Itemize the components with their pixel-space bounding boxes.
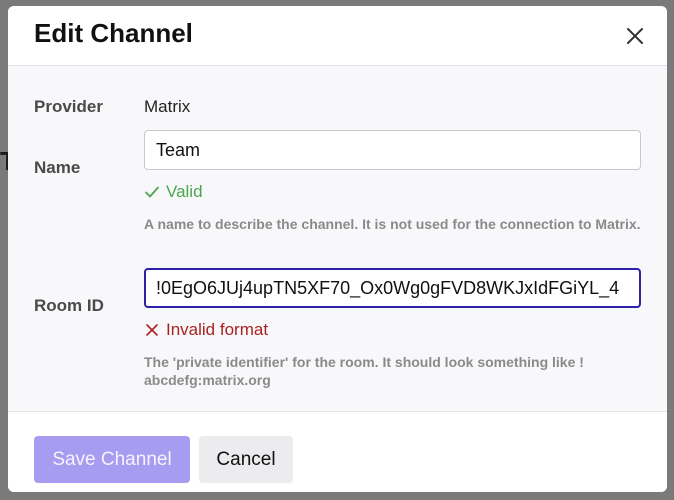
edit-channel-modal: Edit Channel Provider Matrix Name Valid … xyxy=(8,6,667,492)
room-id-invalid-text: Invalid format xyxy=(166,320,269,339)
modal-header: Edit Channel xyxy=(8,6,667,66)
room-id-help-text: The 'private identifier' for the room. I… xyxy=(144,353,644,389)
provider-label: Provider xyxy=(34,97,103,116)
room-id-label: Room ID xyxy=(34,296,104,315)
room-id-help-line2: abcdefg:matrix.org xyxy=(144,372,271,388)
name-help-text: A name to describe the channel. It is no… xyxy=(144,216,641,232)
modal-footer: Save Channel Cancel xyxy=(8,411,667,492)
close-button[interactable] xyxy=(623,24,647,48)
check-icon xyxy=(145,186,159,198)
provider-value: Matrix xyxy=(144,97,191,116)
room-id-input[interactable] xyxy=(144,268,641,308)
modal-title: Edit Channel xyxy=(34,18,193,48)
name-label: Name xyxy=(34,158,81,177)
name-valid-text: Valid xyxy=(166,182,203,201)
cancel-button[interactable]: Cancel xyxy=(199,436,293,483)
name-input[interactable] xyxy=(144,130,641,170)
room-id-invalid-message: Invalid format xyxy=(144,320,268,340)
name-valid-message: Valid xyxy=(144,182,203,202)
save-channel-button[interactable]: Save Channel xyxy=(34,436,190,483)
close-icon xyxy=(627,28,643,44)
x-icon xyxy=(146,324,158,336)
room-id-help-line1: The 'private identifier' for the room. I… xyxy=(144,354,584,370)
